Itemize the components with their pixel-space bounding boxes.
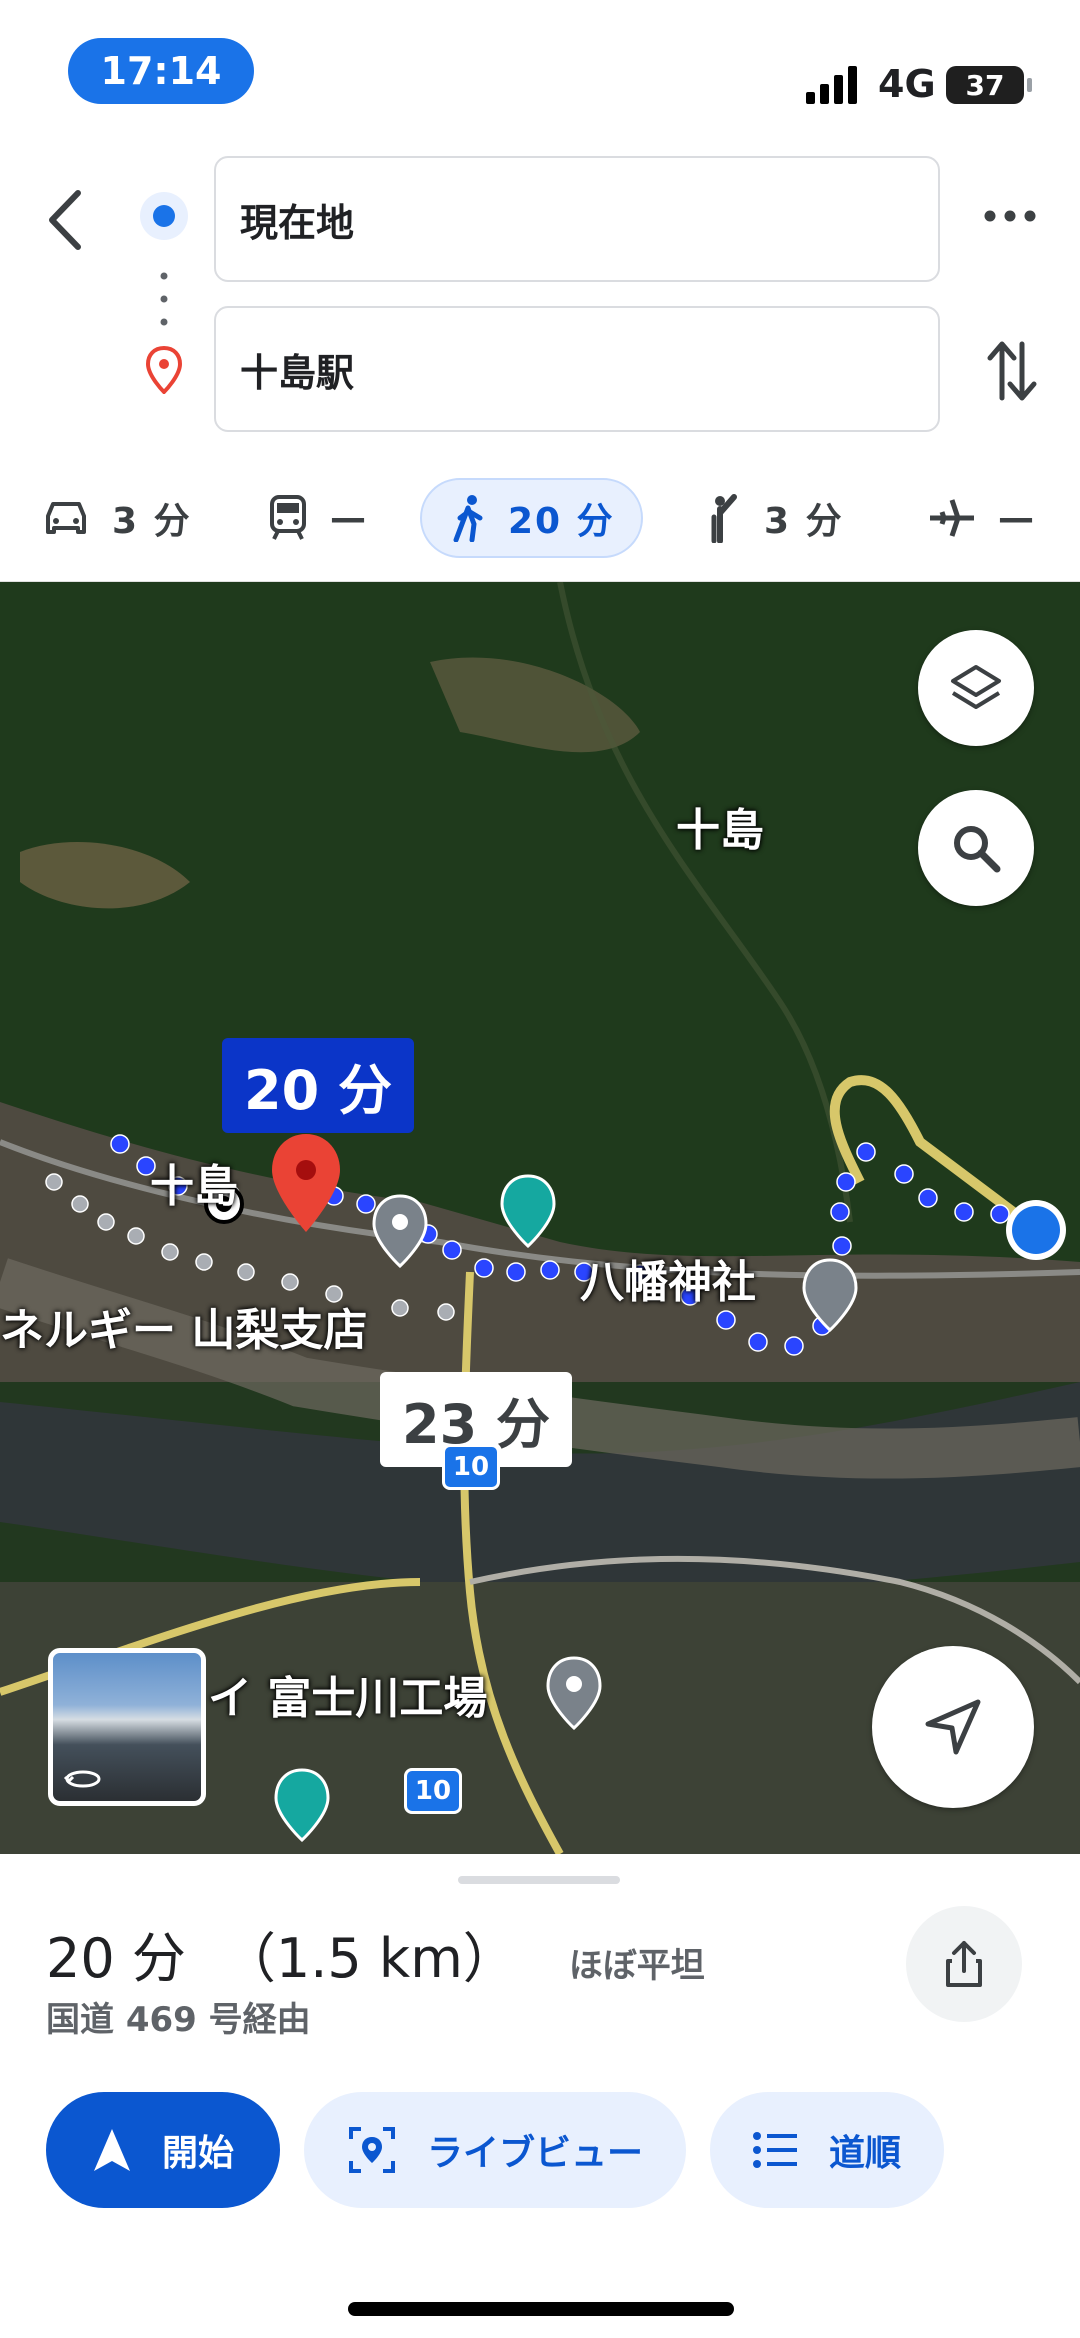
status-bar: 17:14 4G 37	[0, 0, 1080, 140]
road-number-badge: 10	[404, 1768, 462, 1814]
destination-input[interactable]: 十島駅	[214, 306, 940, 432]
tab-walk[interactable]: 20 分	[420, 478, 643, 558]
route-distance: （1.5 km）	[221, 1927, 517, 1990]
live-view-label: ライブビュー	[426, 2133, 643, 2174]
walk-icon	[453, 495, 483, 542]
route-time-primary[interactable]: 20 分	[222, 1038, 414, 1133]
tab-transit[interactable]: —	[268, 478, 368, 558]
airplane-icon	[930, 499, 974, 537]
tab-ride[interactable]: 3 分	[706, 478, 844, 558]
layers-button[interactable]	[918, 630, 1034, 746]
travel-mode-tabs: 3 分 — 20 分 3 分 —	[0, 440, 1080, 582]
map-label-company: ネルギー 山梨支店	[0, 1305, 368, 1356]
route-duration: 20 分	[46, 1927, 186, 1990]
sheet-drag-handle[interactable]	[458, 1876, 620, 1884]
route-summary: 20 分 （1.5 km） ほぼ平坦	[46, 1914, 705, 1993]
more-options-icon[interactable]	[980, 196, 1040, 236]
status-time: 17:14	[68, 38, 254, 104]
tab-flight-label: —	[998, 497, 1036, 539]
start-button[interactable]: 開始	[46, 2092, 280, 2208]
map-view[interactable]: 十島 十島 八幡神社 ネルギー 山梨支店 イ 富士川工場 20 分 23 分 1…	[0, 582, 1080, 1854]
layers-icon	[951, 665, 1001, 709]
live-view-button[interactable]: ライブビュー	[304, 2092, 686, 2208]
signal-icon	[806, 66, 857, 104]
tab-transit-label: —	[330, 497, 368, 539]
start-label: 開始	[161, 2133, 234, 2174]
steps-button[interactable]: 道順	[710, 2092, 944, 2208]
tab-car-label: 3 分	[112, 501, 192, 542]
navigation-icon	[93, 2129, 130, 2171]
tab-flight[interactable]: —	[928, 478, 1036, 558]
back-button[interactable]	[36, 180, 92, 260]
home-indicator[interactable]	[348, 2302, 734, 2316]
directions-header: 現在地 十島駅	[0, 140, 1080, 440]
route-summary-sheet: 20 分 （1.5 km） ほぼ平坦 国道 469 号経由 開始 ライブビュー …	[0, 1854, 1080, 2338]
hail-icon	[711, 494, 737, 543]
tab-ride-label: 3 分	[764, 501, 844, 542]
street-view-360-icon	[63, 1770, 101, 1788]
map-label-station: 十島	[150, 1161, 238, 1212]
map-label-shrine: 八幡神社	[580, 1257, 756, 1308]
tab-car[interactable]: 3 分	[42, 478, 192, 558]
origin-input[interactable]: 現在地	[214, 156, 940, 282]
battery-icon: 37	[946, 66, 1032, 104]
navigation-arrow-icon	[925, 1699, 981, 1755]
street-view-thumbnail[interactable]	[48, 1648, 206, 1806]
map-label-factory: イ 富士川工場	[208, 1673, 488, 1724]
share-icon	[946, 1941, 982, 1987]
live-view-icon	[348, 2127, 395, 2173]
train-icon	[270, 495, 306, 540]
steps-label: 道順	[828, 2133, 901, 2174]
search-icon	[954, 826, 1001, 873]
map-label-area: 十島	[676, 805, 764, 856]
network-type: 4G	[878, 62, 936, 106]
route-terrain: ほぼ平坦	[568, 1946, 705, 1986]
my-location-button[interactable]	[872, 1646, 1034, 1808]
swap-icon[interactable]	[984, 336, 1040, 406]
map-search-button[interactable]	[918, 790, 1034, 906]
share-button[interactable]	[906, 1906, 1022, 2022]
destination-pin-icon	[146, 346, 182, 394]
tab-walk-label: 20 分	[508, 501, 615, 542]
origin-dot-icon	[140, 192, 188, 240]
road-number-badge: 10	[442, 1444, 500, 1490]
route-via: 国道 469 号経由	[46, 2000, 311, 2040]
route-connector-dots	[160, 272, 168, 326]
list-icon	[752, 2132, 797, 2168]
chevron-left-icon	[49, 190, 81, 250]
car-icon	[46, 502, 86, 534]
